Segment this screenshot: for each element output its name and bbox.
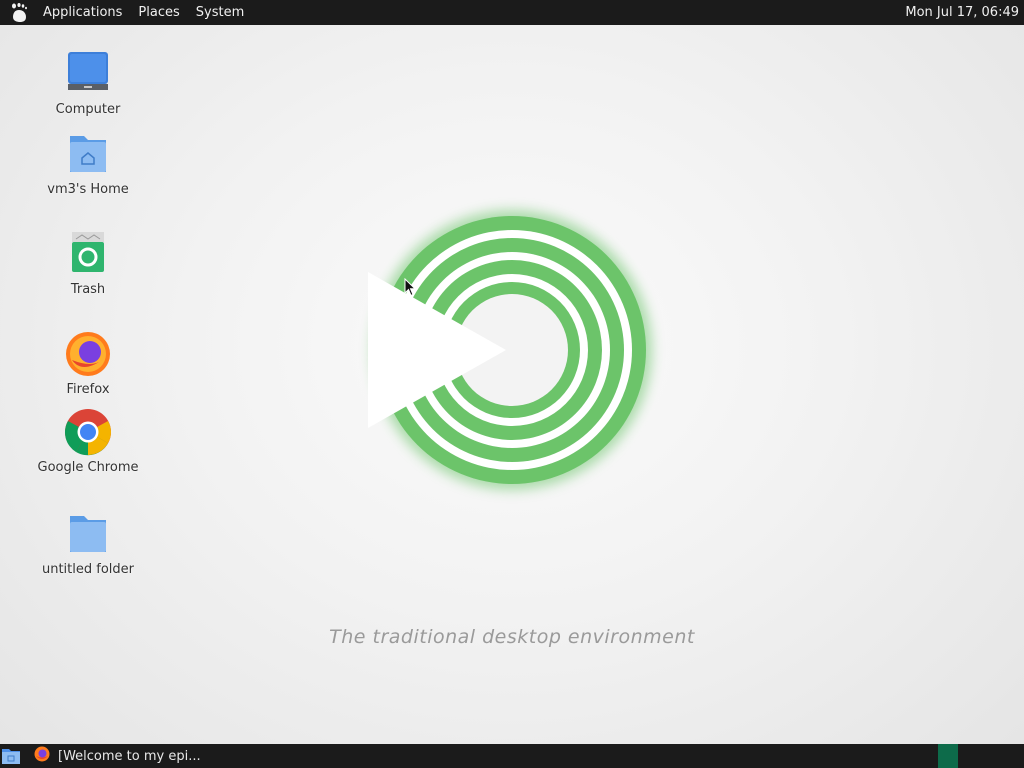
firefox-icon (64, 330, 112, 378)
folder-icon (64, 510, 112, 558)
desktop-icon-label: Computer (55, 102, 121, 117)
show-desktop-icon (2, 749, 20, 764)
mate-logo (368, 210, 652, 490)
chrome-icon (64, 408, 112, 456)
desktop-icon-chrome[interactable]: Google Chrome (33, 408, 143, 475)
gnome-foot-icon[interactable] (9, 2, 29, 23)
show-desktop-button[interactable] (0, 745, 22, 767)
bottom-panel: [Welcome to my epi... (0, 744, 1024, 768)
desktop-icon-label: vm3's Home (47, 182, 129, 197)
clock[interactable]: Mon Jul 17, 06:49 (905, 0, 1019, 25)
desktop-icon-label: Google Chrome (37, 460, 139, 475)
trash-icon (64, 230, 112, 278)
desktop-icon-firefox[interactable]: Firefox (33, 330, 143, 397)
wallpaper-tagline: The traditional desktop environment (329, 626, 695, 648)
desktop-icon-label: untitled folder (41, 562, 134, 577)
taskbar-window-title: [Welcome to my epi... (58, 748, 201, 764)
system-menu[interactable]: System (188, 0, 252, 25)
home-folder-icon (64, 130, 112, 178)
desktop-icon-computer[interactable]: Computer (33, 50, 143, 117)
firefox-icon (34, 746, 50, 766)
taskbar-window-button[interactable]: [Welcome to my epi... (34, 744, 201, 768)
desktop-icon-trash[interactable]: Trash (33, 230, 143, 297)
desktop-icon-label: Trash (70, 282, 106, 297)
top-panel: Applications Places System Mon Jul 17, 0… (0, 0, 1024, 25)
places-menu[interactable]: Places (130, 0, 187, 25)
mouse-cursor-icon (404, 278, 417, 297)
desktop-icon-label: Firefox (66, 382, 110, 397)
desktop-icon-untitled-folder[interactable]: untitled folder (33, 510, 143, 577)
workspace-switcher[interactable] (938, 744, 958, 768)
desktop-icon-home[interactable]: vm3's Home (33, 130, 143, 197)
computer-icon (64, 50, 112, 98)
applications-menu[interactable]: Applications (35, 0, 130, 25)
